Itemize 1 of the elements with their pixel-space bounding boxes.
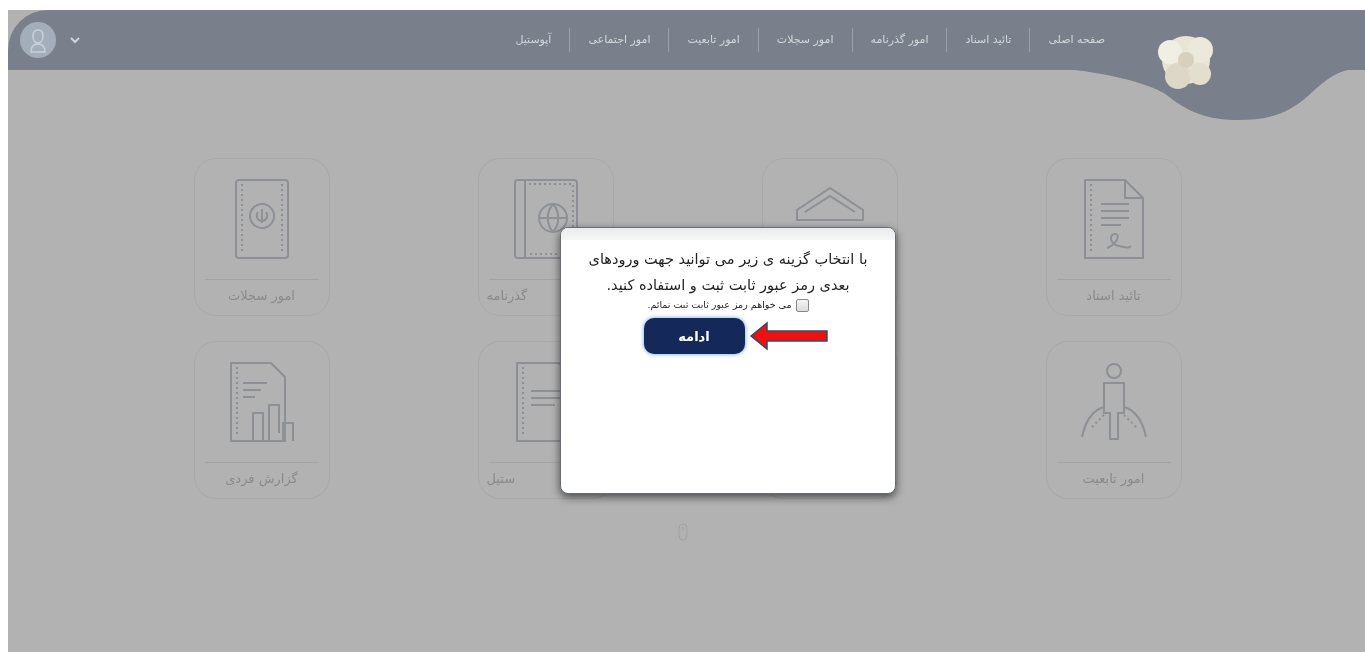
checkbox-label: می خواهم رمز عبور ثابت ثبت نمائم. xyxy=(647,298,792,313)
